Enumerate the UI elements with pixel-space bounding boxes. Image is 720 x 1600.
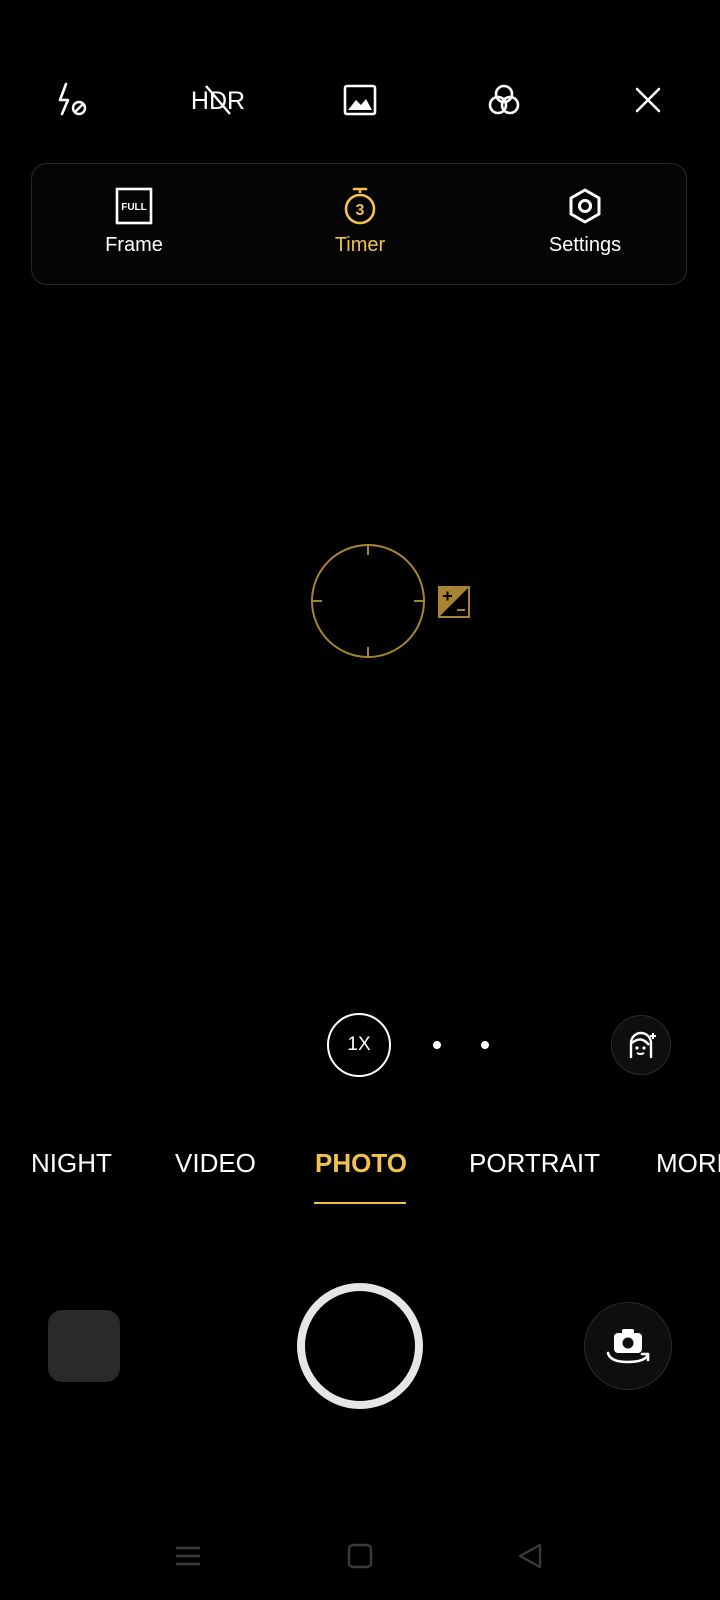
close-icon[interactable] xyxy=(620,72,676,128)
settings-option[interactable]: Settings xyxy=(515,186,655,266)
flip-camera-icon[interactable] xyxy=(584,1302,672,1390)
timer-label: Timer xyxy=(334,234,386,256)
shutter-button[interactable] xyxy=(297,1283,423,1409)
timer-icon-text: 3 xyxy=(356,202,365,219)
mode-photo[interactable]: PHOTO xyxy=(315,1148,407,1179)
menu-icon[interactable] xyxy=(164,1536,212,1576)
beauty-face-icon[interactable] xyxy=(611,1015,671,1075)
mode-video[interactable]: VIDEO xyxy=(175,1148,256,1179)
camera-screen: HDR xyxy=(0,0,720,1600)
frame-full-icon: FULL xyxy=(114,186,154,226)
home-icon[interactable] xyxy=(336,1536,384,1576)
mode-selector: NIGHT VIDEO PHOTO PORTRAIT MORE xyxy=(0,1148,720,1208)
mode-more[interactable]: MORE xyxy=(656,1148,720,1179)
focus-reticle-icon[interactable] xyxy=(310,543,426,659)
back-icon[interactable] xyxy=(506,1536,554,1576)
mode-portrait[interactable]: PORTRAIT xyxy=(469,1148,600,1179)
frame-option[interactable]: FULL Frame xyxy=(64,186,204,266)
mode-night[interactable]: NIGHT xyxy=(31,1148,112,1179)
hdr-off-icon[interactable]: HDR xyxy=(188,72,248,128)
quick-settings-panel: FULL Frame 3 Timer Settings xyxy=(31,163,687,285)
active-mode-indicator xyxy=(314,1202,406,1204)
timer-option[interactable]: 3 Timer xyxy=(290,186,430,266)
settings-icon xyxy=(565,186,605,226)
gallery-thumbnail[interactable] xyxy=(48,1310,120,1382)
frame-icon-text: FULL xyxy=(121,202,147,213)
frame-label: Frame xyxy=(105,234,163,256)
zoom-1x-button[interactable]: 1X xyxy=(327,1013,391,1077)
zoom-dot-2[interactable] xyxy=(481,1041,489,1049)
timer-3s-icon: 3 xyxy=(340,186,380,226)
exposure-icon[interactable] xyxy=(438,586,470,618)
settings-label: Settings xyxy=(548,234,622,256)
flash-off-icon[interactable] xyxy=(44,72,100,128)
top-toolbar: HDR xyxy=(0,72,720,128)
image-icon[interactable] xyxy=(332,72,388,128)
filters-icon[interactable] xyxy=(476,72,532,128)
zoom-dot-1[interactable] xyxy=(433,1041,441,1049)
